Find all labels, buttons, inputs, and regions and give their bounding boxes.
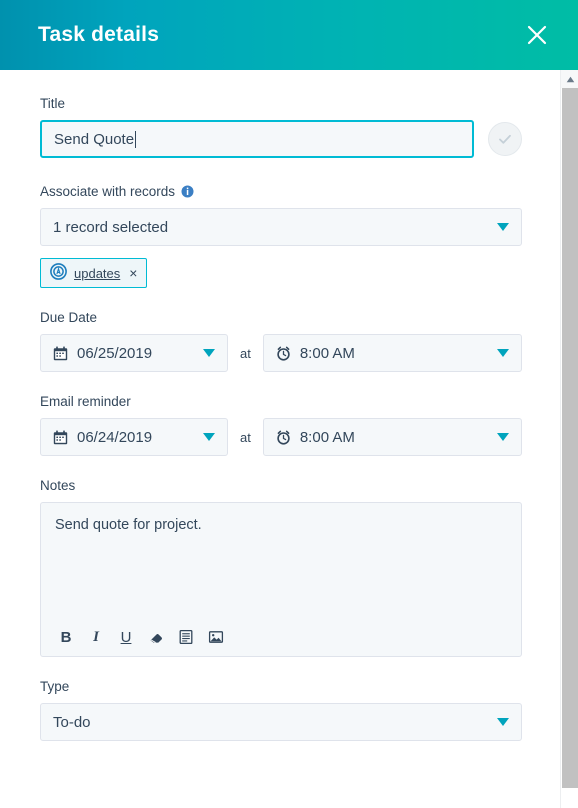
field-type: Type To-do bbox=[40, 679, 522, 741]
form-scroll-area: Title Send Quote Associate with records … bbox=[0, 70, 560, 808]
clear-formatting-eraser-icon[interactable] bbox=[141, 623, 171, 651]
associate-records-label-text: Associate with records bbox=[40, 184, 176, 199]
alarm-clock-icon bbox=[276, 430, 291, 445]
record-chip[interactable]: updates × bbox=[40, 258, 148, 288]
chevron-down-icon bbox=[203, 349, 215, 357]
due-time-input[interactable]: 8:00 AM bbox=[262, 334, 522, 372]
calendar-icon bbox=[53, 430, 68, 445]
record-chip-label[interactable]: updates bbox=[74, 266, 120, 281]
due-date-input[interactable]: 06/25/2019 bbox=[40, 334, 228, 372]
type-value: To-do bbox=[53, 713, 91, 731]
notes-rich-text-toolbar: B I U bbox=[41, 618, 521, 656]
title-label: Title bbox=[40, 96, 66, 111]
email-reminder-time-value: 8:00 AM bbox=[299, 428, 355, 446]
title-input[interactable]: Send Quote bbox=[40, 120, 474, 158]
field-email-reminder: Email reminder 06/24/2019 at 8:00 AM bbox=[40, 394, 522, 456]
email-reminder-label: Email reminder bbox=[40, 394, 131, 409]
task-details-dialog: Task details Title Send Quote Associate … bbox=[0, 0, 578, 808]
chevron-down-icon bbox=[496, 433, 509, 441]
close-icon[interactable] bbox=[522, 20, 552, 50]
notes-label: Notes bbox=[40, 478, 76, 493]
scrollbar-track[interactable] bbox=[561, 88, 578, 808]
dialog-header: Task details bbox=[0, 0, 578, 70]
calendar-icon bbox=[53, 346, 68, 361]
alarm-clock-icon bbox=[276, 346, 291, 361]
due-date-value: 06/25/2019 bbox=[77, 344, 153, 362]
due-date-label: Due Date bbox=[40, 310, 98, 325]
info-icon[interactable] bbox=[181, 185, 194, 198]
email-reminder-separator: at bbox=[240, 429, 251, 445]
text-cursor bbox=[135, 130, 137, 148]
bulleted-list-icon[interactable] bbox=[171, 623, 201, 651]
notes-editor[interactable]: Send quote for project. B I U bbox=[40, 502, 522, 657]
scrollbar-thumb[interactable] bbox=[562, 88, 578, 788]
type-label: Type bbox=[40, 679, 70, 694]
due-date-row: 06/25/2019 at 8:00 AM bbox=[40, 334, 522, 372]
associate-records-value: 1 record selected bbox=[53, 218, 169, 236]
underline-icon[interactable]: U bbox=[111, 623, 141, 651]
scroll-up-arrow-icon[interactable] bbox=[561, 70, 578, 88]
associated-record-chips: updates × bbox=[40, 258, 522, 288]
chevron-down-icon bbox=[497, 223, 509, 231]
title-input-value: Send Quote bbox=[54, 130, 135, 148]
email-reminder-date-value: 06/24/2019 bbox=[77, 428, 153, 446]
insert-image-icon[interactable] bbox=[201, 623, 231, 651]
dialog-body: Title Send Quote Associate with records … bbox=[0, 70, 578, 808]
vertical-scrollbar[interactable] bbox=[560, 70, 578, 808]
email-reminder-row: 06/24/2019 at 8:00 AM bbox=[40, 418, 522, 456]
save-button[interactable] bbox=[488, 122, 522, 156]
type-select[interactable]: To-do bbox=[40, 703, 522, 741]
company-badge-icon bbox=[50, 263, 67, 283]
field-notes: Notes Send quote for project. B I U bbox=[40, 478, 522, 657]
italic-icon[interactable]: I bbox=[81, 623, 111, 651]
remove-chip-icon[interactable]: × bbox=[127, 266, 137, 280]
due-time-value: 8:00 AM bbox=[299, 344, 355, 362]
notes-value[interactable]: Send quote for project. bbox=[41, 503, 521, 533]
bold-icon[interactable]: B bbox=[51, 623, 81, 651]
field-title: Title Send Quote bbox=[40, 96, 522, 158]
field-due-date: Due Date 06/25/2019 at 8:00 AM bbox=[40, 310, 522, 372]
email-reminder-date-input[interactable]: 06/24/2019 bbox=[40, 418, 228, 456]
chevron-down-icon bbox=[496, 349, 509, 357]
chevron-down-icon bbox=[497, 718, 509, 726]
page-title: Task details bbox=[38, 23, 160, 46]
associate-records-label: Associate with records bbox=[40, 184, 522, 199]
email-reminder-time-input[interactable]: 8:00 AM bbox=[262, 418, 522, 456]
chevron-down-icon bbox=[203, 433, 215, 441]
title-row: Send Quote bbox=[40, 120, 522, 158]
field-associate-records: Associate with records 1 record selected bbox=[40, 184, 522, 288]
due-date-separator: at bbox=[240, 345, 251, 361]
associate-records-select[interactable]: 1 record selected bbox=[40, 208, 522, 246]
